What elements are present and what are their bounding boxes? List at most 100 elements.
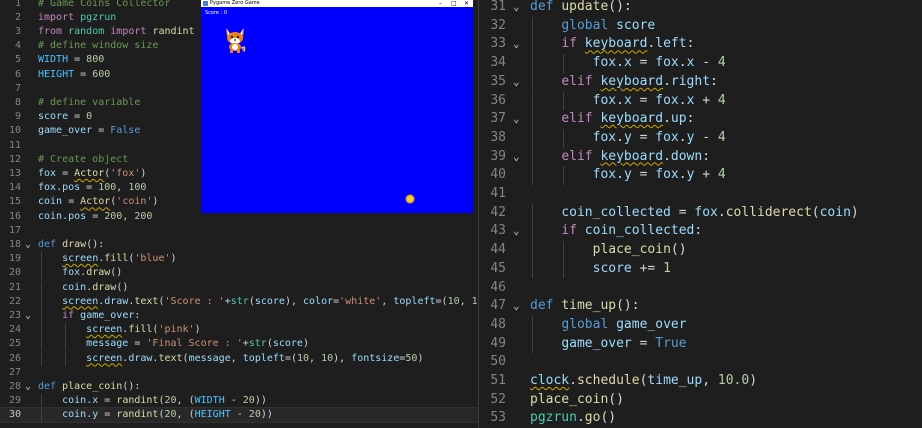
code-text[interactable]: coin.draw() <box>38 281 128 295</box>
code-line[interactable]: 20 fox.draw() <box>0 266 478 281</box>
code-text[interactable]: def update(): <box>530 0 632 17</box>
code-line[interactable]: 19 screen.fill('blue') <box>0 252 478 267</box>
code-line[interactable]: 51 clock.schedule(time_up, 10.0) <box>479 372 922 391</box>
fold-chevron-icon[interactable]: ⌄ <box>25 238 31 252</box>
code-line[interactable]: 32 global score <box>479 16 922 36</box>
code-line[interactable]: 50 <box>479 353 922 372</box>
code-text[interactable]: fox.x = fox.x + 4 <box>530 92 726 111</box>
maximize-icon[interactable]: □ <box>451 0 457 7</box>
code-line[interactable]: 26 screen.draw.text(message, topleft=(10… <box>0 351 478 366</box>
code-text[interactable]: elif keyboard.down: <box>530 148 710 167</box>
minimize-icon[interactable]: – <box>439 0 442 7</box>
code-line[interactable]: 17 <box>0 224 478 238</box>
code-line[interactable]: 33 ⌄ if keyboard.left: <box>479 35 922 55</box>
code-text[interactable]: WIDTH = 800 <box>38 53 104 67</box>
code-text[interactable]: screen.fill('blue') <box>38 252 176 266</box>
fold-chevron-icon[interactable]: ⌄ <box>513 297 520 316</box>
code-text[interactable]: score = 0 <box>38 110 92 124</box>
code-text[interactable]: place_coin() <box>530 391 624 410</box>
code-line[interactable]: 40 fox.y = fox.y + 4 <box>479 166 922 185</box>
code-line[interactable]: 43 ⌄ if coin_collected: <box>479 222 922 242</box>
code-text[interactable]: pgzrun.go() <box>530 409 616 428</box>
code-text[interactable]: clock.schedule(time_up, 10.0) <box>530 372 757 391</box>
code-text[interactable]: coin = Actor('coin') <box>38 195 158 209</box>
indent-guide <box>532 54 533 73</box>
code-line[interactable]: 25 message = 'Final Score : '+str(score) <box>0 337 478 352</box>
code-text[interactable]: place_coin() <box>530 241 687 260</box>
code-text[interactable]: elif keyboard.right: <box>530 73 718 92</box>
code-line[interactable]: 30 coin.y = randint(20, (HEIGHT - 20)) <box>0 407 478 424</box>
code-line[interactable]: 47 ⌄ def time_up(): <box>479 297 922 316</box>
code-line[interactable]: 38 fox.y = fox.y - 4 <box>479 128 922 148</box>
fold-chevron-icon[interactable]: ⌄ <box>513 148 520 167</box>
code-line[interactable]: 34 fox.x = fox.x - 4 <box>479 54 922 73</box>
code-text[interactable]: fox.x = fox.x - 4 <box>530 54 726 73</box>
code-text[interactable]: screen.fill('pink') <box>38 323 200 337</box>
code-text[interactable]: # define variable <box>38 96 140 110</box>
code-line[interactable]: 44 place_coin() <box>479 241 922 260</box>
code-line[interactable]: 36 fox.x = fox.x + 4 <box>479 91 922 111</box>
code-line[interactable]: 45 score += 1 <box>479 259 922 279</box>
code-text[interactable]: # define window size <box>38 39 158 53</box>
code-line[interactable]: 53 pgzrun.go() <box>479 409 922 428</box>
pygame-zero-game-window[interactable]: Pygame Zero Game – □ ✕ Score : 0 <box>201 0 473 213</box>
code-text[interactable]: from random import randint <box>38 25 195 39</box>
code-text[interactable]: fox = Actor('fox') <box>38 167 146 181</box>
code-line[interactable]: 28 ⌄ def place_coin(): <box>0 380 478 394</box>
fold-chevron-icon[interactable]: ⌄ <box>513 110 520 129</box>
code-line[interactable]: 41 <box>479 185 922 204</box>
code-text[interactable]: fox.y = fox.y + 4 <box>530 166 726 185</box>
code-line[interactable]: 31 ⌄ def update(): <box>479 0 922 17</box>
code-line[interactable]: 23 ⌄ if game_over: <box>0 308 478 324</box>
code-text[interactable]: if game_over: <box>38 309 140 323</box>
fold-chevron-icon[interactable]: ⌄ <box>25 309 31 323</box>
code-text[interactable]: def time_up(): <box>530 297 640 316</box>
code-text[interactable]: fox.draw() <box>38 266 122 280</box>
code-text[interactable]: if coin_collected: <box>530 222 702 241</box>
game-window-titlebar[interactable]: Pygame Zero Game – □ ✕ <box>201 0 473 7</box>
fold-chevron-icon[interactable]: ⌄ <box>513 222 520 241</box>
code-line[interactable]: 22 screen.draw.text('Score : '+str(score… <box>0 294 478 309</box>
code-text[interactable]: # Game Coins Collector <box>38 0 170 11</box>
code-text[interactable]: def draw(): <box>38 238 104 252</box>
code-line[interactable]: 48 global game_over <box>479 315 922 335</box>
code-line[interactable]: 46 <box>479 279 922 298</box>
code-line[interactable]: 21 coin.draw() <box>0 280 478 295</box>
code-text[interactable]: coin.pos = 200, 200 <box>38 210 152 224</box>
code-text[interactable]: coin.y = randint(20, (HEIGHT - 20)) <box>38 408 273 422</box>
code-line[interactable]: 39 ⌄ elif keyboard.down: <box>479 147 922 167</box>
close-icon[interactable]: ✕ <box>464 0 469 7</box>
code-text[interactable]: screen.draw.text(message, topleft=(10, 1… <box>38 352 423 366</box>
code-text[interactable]: elif keyboard.up: <box>530 110 694 129</box>
code-text[interactable]: import pgzrun <box>38 11 116 25</box>
fold-chevron-icon[interactable]: ⌄ <box>25 380 31 394</box>
code-text[interactable]: game_over = True <box>530 335 686 354</box>
code-line[interactable]: 37 ⌄ elif keyboard.up: <box>479 110 922 129</box>
code-text[interactable]: # Create object <box>38 153 128 167</box>
code-text[interactable]: global score <box>530 17 655 36</box>
code-text[interactable]: coin_collected = fox.colliderect(coin) <box>530 204 858 223</box>
code-text[interactable]: fox.y = fox.y - 4 <box>530 129 726 148</box>
code-text[interactable]: screen.draw.text('Score : '+str(score), … <box>38 295 478 309</box>
code-text[interactable]: fox.pos = 100, 100 <box>38 181 146 195</box>
code-line[interactable]: 27 <box>0 366 478 380</box>
code-text[interactable]: game_over = False <box>38 124 140 138</box>
code-line[interactable]: 29 coin.x = randint(20, (WIDTH - 20)) <box>0 394 478 409</box>
code-line[interactable]: 52 place_coin() <box>479 391 922 410</box>
right-editor-pane[interactable]: 31 ⌄ def update(): 32 global score 33 ⌄ if ke… <box>479 0 922 428</box>
code-line[interactable]: 49 game_over = True <box>479 334 922 354</box>
code-text[interactable]: if keyboard.left: <box>530 35 694 54</box>
fold-chevron-icon[interactable]: ⌄ <box>513 0 520 17</box>
code-line[interactable]: 42 coin_collected = fox.colliderect(coin… <box>479 203 922 223</box>
fold-chevron-icon[interactable]: ⌄ <box>513 35 520 54</box>
code-line[interactable]: 18 ⌄ def draw(): <box>0 238 478 252</box>
fold-chevron-icon[interactable]: ⌄ <box>513 73 520 92</box>
code-text[interactable]: message = 'Final Score : '+str(score) <box>38 337 309 351</box>
code-text[interactable]: global game_over <box>530 316 686 335</box>
code-text[interactable]: coin.x = randint(20, (WIDTH - 20)) <box>38 394 267 408</box>
code-text[interactable]: score += 1 <box>530 260 671 279</box>
code-line[interactable]: 35 ⌄ elif keyboard.right: <box>479 72 922 92</box>
code-text[interactable]: HEIGHT = 600 <box>38 68 110 82</box>
code-line[interactable]: 24 screen.fill('pink') <box>0 323 478 338</box>
code-text[interactable]: def place_coin(): <box>38 380 140 394</box>
